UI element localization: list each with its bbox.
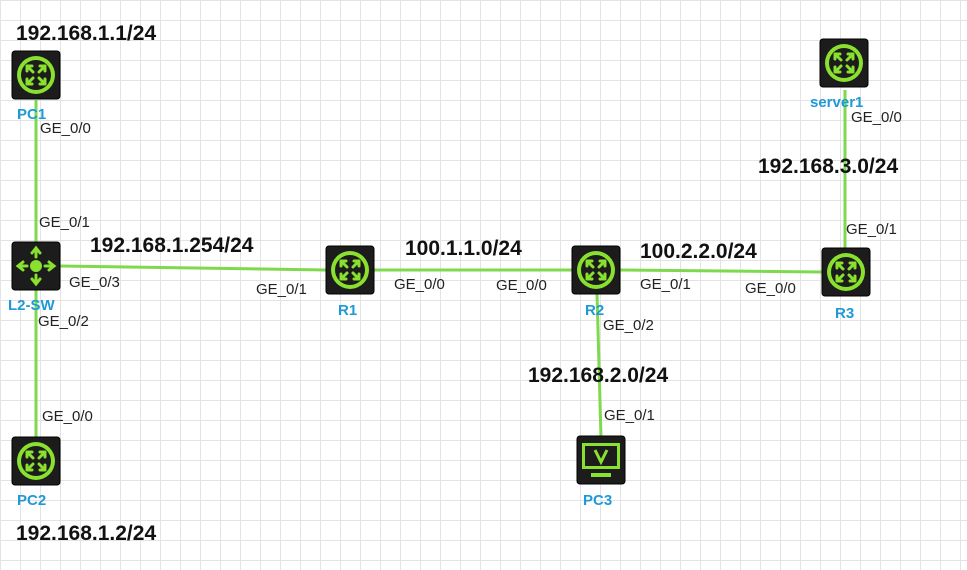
sw-port3-label: GE_0/3 [69, 274, 120, 291]
r1-port1-label: GE_0/1 [256, 281, 307, 298]
pc3-label: PC3 [583, 492, 613, 509]
r3-label: R3 [835, 305, 855, 322]
pc3-port-label: GE_0/1 [604, 407, 655, 424]
r3-server-network-label: 192.168.3.0/24 [758, 155, 899, 178]
sw-port1-label: GE_0/1 [39, 214, 90, 231]
pc3-monitor-icon[interactable] [576, 435, 626, 485]
pc1-port-label: GE_0/0 [40, 120, 91, 137]
network-topology [11, 38, 871, 486]
r2-r3-network-label: 100.2.2.0/24 [640, 240, 757, 263]
pc2-router-icon[interactable] [11, 436, 61, 486]
r1-r2-network-label: 100.1.1.0/24 [405, 237, 522, 260]
r3-port0-label: GE_0/0 [745, 280, 796, 297]
r2-port0-label: GE_0/0 [496, 277, 547, 294]
lan1-gateway-label: 192.168.1.254/24 [90, 234, 254, 257]
l2sw-label: L2-SW [8, 297, 55, 314]
r2-port2-label: GE_0/2 [603, 317, 654, 334]
r3-router-icon[interactable] [821, 247, 871, 297]
r2-port1-label: GE_0/1 [640, 276, 691, 293]
pc2-address-label: 192.168.1.2/24 [16, 522, 157, 545]
pc2-label: PC2 [17, 492, 47, 509]
r2-router-icon[interactable] [571, 245, 621, 295]
server1-port-label: GE_0/0 [851, 109, 902, 126]
r1-label: R1 [338, 302, 358, 319]
pc1-router-icon[interactable] [11, 50, 61, 100]
link-r2-r3 [619, 268, 823, 274]
r2-pc3-network-label: 192.168.2.0/24 [528, 364, 669, 387]
r1-port0-label: GE_0/0 [394, 276, 445, 293]
pc1-address-label: 192.168.1.1/24 [16, 22, 157, 45]
r2-label: R2 [585, 302, 605, 319]
r1-router-icon[interactable] [325, 245, 375, 295]
sw-port2-label: GE_0/2 [38, 313, 89, 330]
server1-router-icon[interactable] [819, 38, 869, 88]
pc2-port-label: GE_0/0 [42, 408, 93, 425]
r3-port1-label: GE_0/1 [846, 221, 897, 238]
link-l2sw-r1 [59, 264, 327, 272]
l2-switch-icon[interactable] [11, 241, 61, 291]
